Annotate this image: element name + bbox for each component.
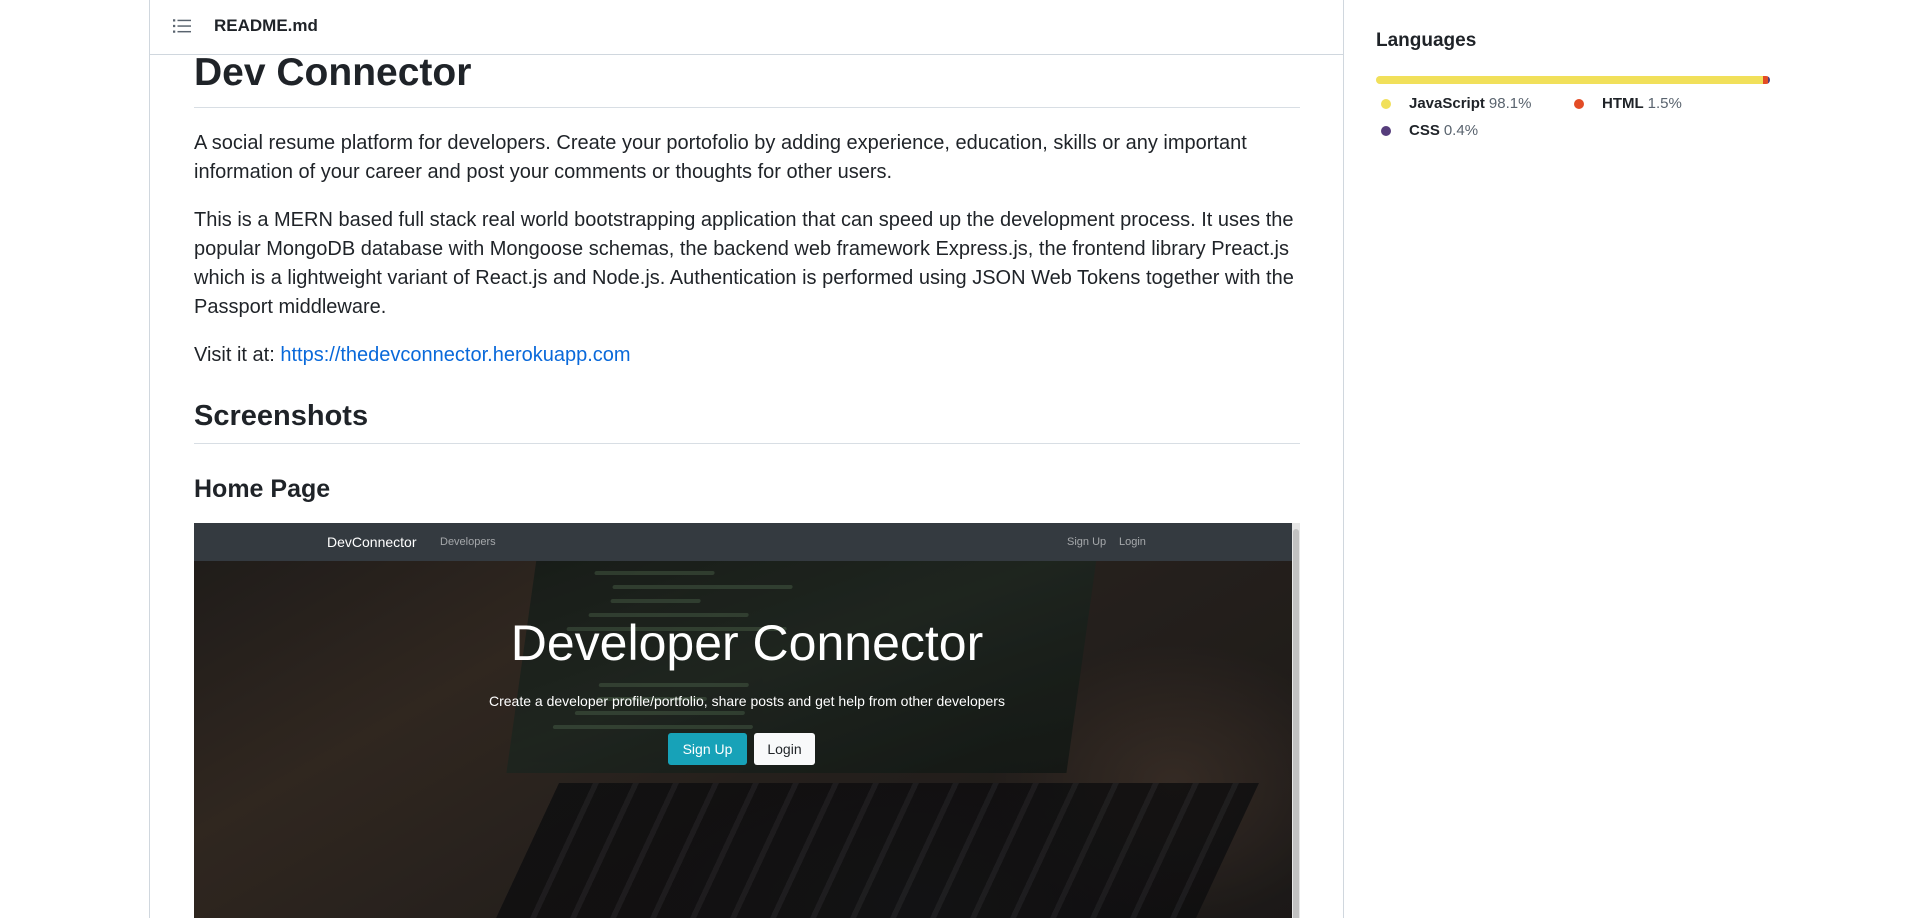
screenshot-signup-button: Sign Up [668,733,747,765]
screenshot-nav-signup: Sign Up [1067,536,1107,548]
readme-header: README.md [150,0,1343,55]
visit-label: Visit it at: [194,344,275,366]
language-percent: 98.1% [1488,95,1532,112]
language-percent: 0.4% [1443,122,1479,139]
languages-bar-javascript [1376,76,1763,84]
languages-bar-css [1768,76,1770,84]
language-name: HTML [1602,95,1644,112]
screenshot-navbar: DevConnector Developers Sign Up Login [194,523,1300,561]
screenshot-login-button: Login [754,733,815,765]
languages-heading: Languages [1376,30,1477,51]
screenshot-hero-title: Developer Connector [510,615,984,671]
screenshot-nav-login: Login [1119,536,1146,548]
language-name: CSS [1409,122,1440,139]
visit-paragraph: Visit it at: https://thedevconnector.her… [194,341,1304,370]
title-divider [194,107,1300,108]
screenshot-hero-subtitle: Create a developer profile/portfolio, sh… [489,693,1005,709]
readme-title: Dev Connector [194,51,472,94]
screenshot-scroll-thumb [1293,529,1299,918]
language-percent: 1.5% [1647,95,1682,112]
languages-bar [1376,76,1770,84]
readme-filename: README.md [214,16,318,35]
language-name: JavaScript [1409,95,1485,112]
list-unordered-icon[interactable] [173,17,191,35]
css-color-dot [1381,126,1391,136]
readme-panel: README.md Dev Connector A social resume … [149,0,1344,918]
description-paragraph: This is a MERN based full stack real wor… [194,209,1294,318]
hero-overlay [194,523,1300,918]
screenshot-brand: DevConnector [327,534,417,550]
language-javascript[interactable]: JavaScript 98.1% [1381,95,1531,112]
screenshot-scrollbar [1292,523,1300,918]
screenshots-heading: Screenshots [194,400,369,432]
html-color-dot [1574,99,1584,109]
javascript-color-dot [1381,99,1391,109]
screenshot-nav-developers: Developers [440,536,496,548]
home-page-screenshot[interactable]: DevConnector Developers Sign Up Login De… [194,523,1300,918]
intro-paragraph: A social resume platform for developers.… [194,132,1247,183]
language-css[interactable]: CSS 0.4% [1381,122,1478,139]
language-html[interactable]: HTML 1.5% [1574,95,1682,112]
home-page-heading: Home Page [194,475,331,503]
visit-link[interactable]: https://thedevconnector.herokuapp.com [280,344,630,366]
screenshots-divider [194,443,1300,444]
